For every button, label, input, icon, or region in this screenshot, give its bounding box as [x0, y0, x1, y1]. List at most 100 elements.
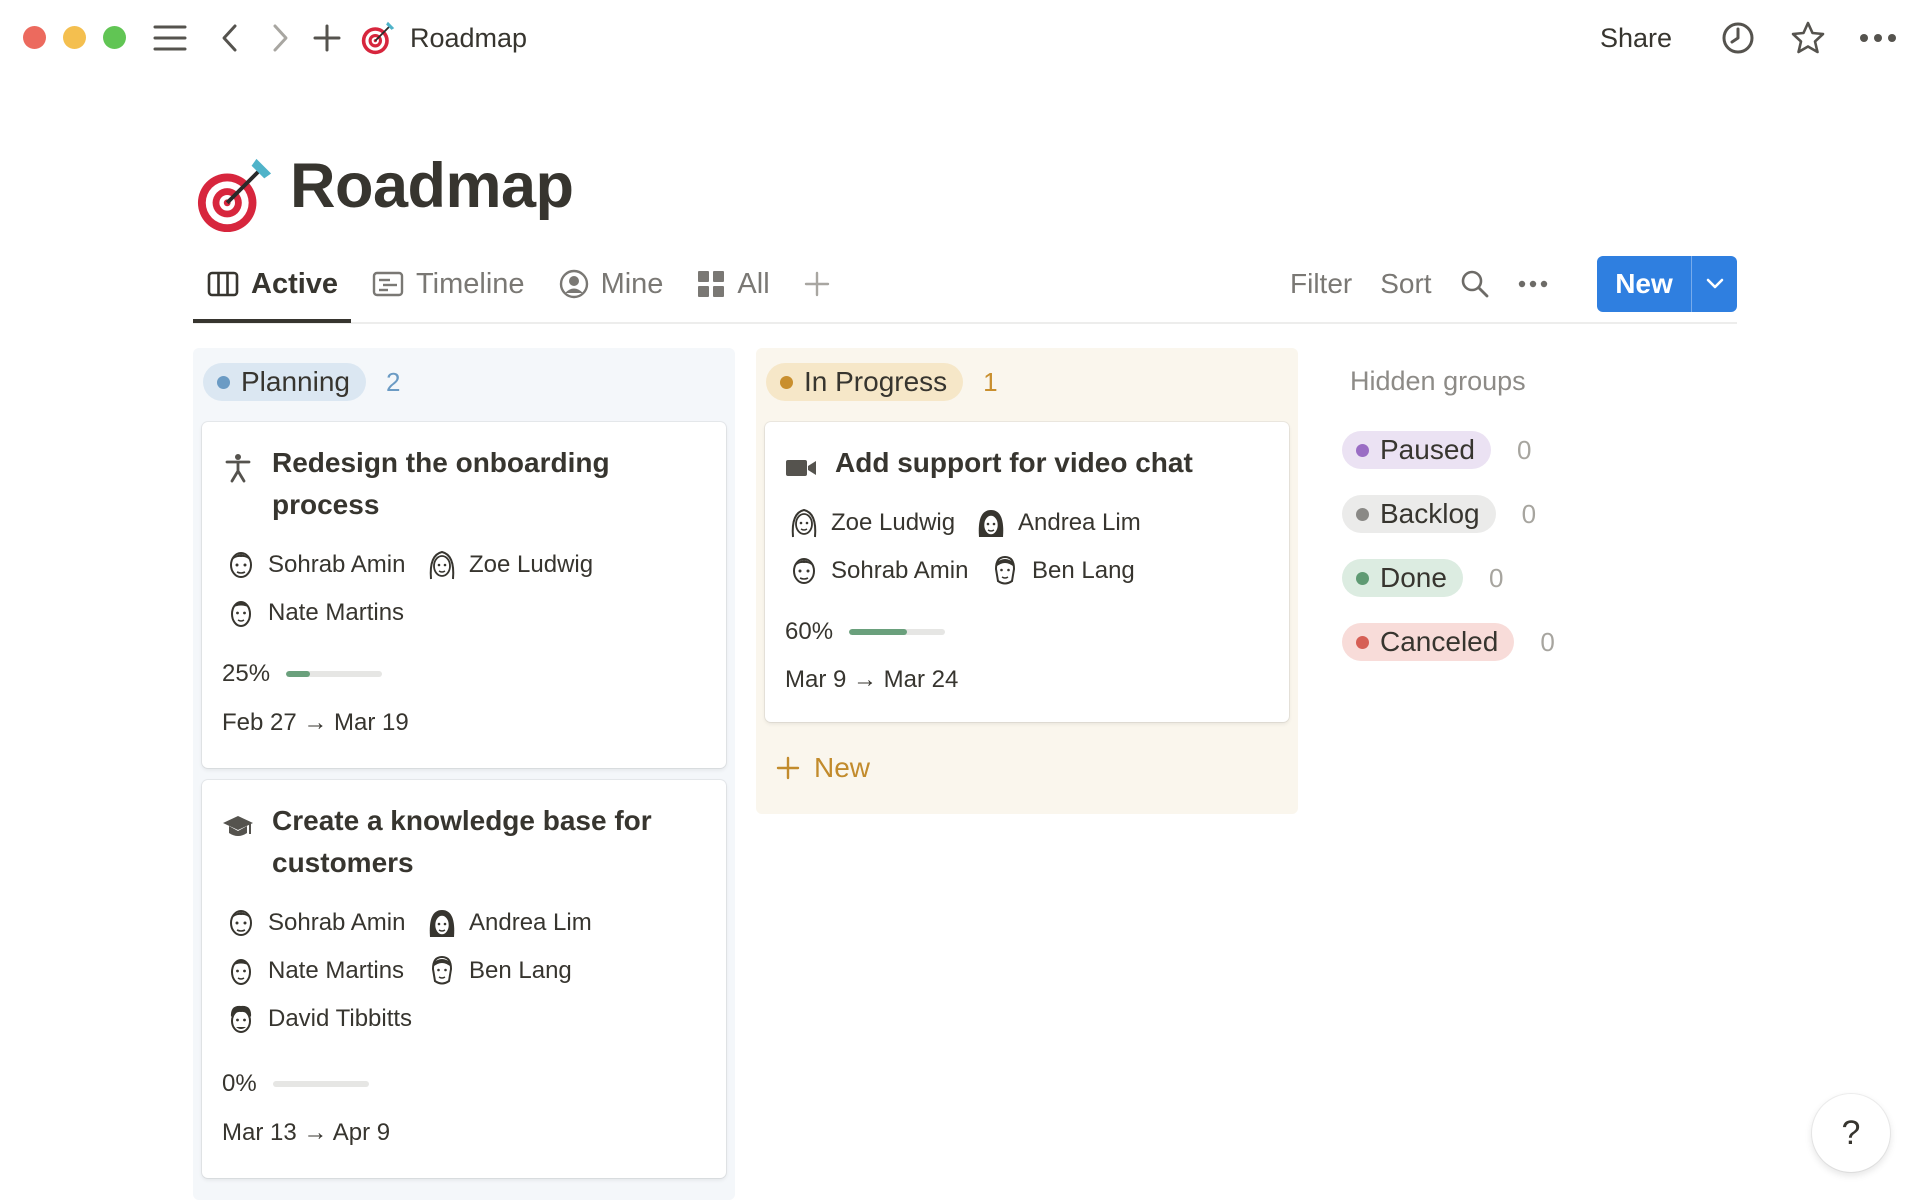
- status-label: Backlog: [1380, 498, 1480, 529]
- add-card-label: New: [814, 752, 871, 783]
- help-button[interactable]: ?: [1812, 1094, 1890, 1172]
- assignee-name: Nate Martins: [268, 599, 405, 626]
- status-badge-backlog[interactable]: Backlog: [1342, 495, 1496, 533]
- status-badge-paused[interactable]: Paused: [1342, 431, 1491, 469]
- assignee[interactable]: Nate Martins: [226, 596, 404, 630]
- column-count: 1: [983, 366, 998, 397]
- video-camera-icon: [786, 460, 816, 476]
- favorite-star-icon[interactable]: [1788, 18, 1828, 58]
- board-card[interactable]: Create a knowledge base for customers So…: [202, 780, 726, 1178]
- assignee[interactable]: Zoe Ludwig: [427, 548, 593, 582]
- status-label: Planning: [241, 366, 350, 397]
- tab-timeline[interactable]: Timeline: [358, 264, 539, 304]
- hidden-group-done[interactable]: Done 0: [1342, 558, 1503, 598]
- window-title-bar: Roadmap Share: [0, 0, 1920, 74]
- group-count: 0: [1488, 562, 1504, 593]
- sort-button[interactable]: Sort: [1380, 268, 1431, 300]
- progress-bar: [286, 671, 383, 677]
- page-title[interactable]: Roadmap: [290, 146, 574, 226]
- column-header[interactable]: In Progress 1: [766, 363, 998, 401]
- assignee[interactable]: Ben Lang: [990, 554, 1135, 588]
- board-card[interactable]: Add support for video chat Zoe Ludwig An…: [765, 422, 1289, 722]
- card-title-line: Redesign the onboarding: [272, 447, 610, 478]
- timeline-view-icon: [372, 271, 404, 297]
- sidebar-menu-icon[interactable]: [150, 18, 190, 58]
- minimize-window-button[interactable]: [63, 26, 86, 49]
- status-badge-in-progress[interactable]: In Progress: [766, 363, 964, 401]
- avatar: [994, 555, 1016, 585]
- history-clock-icon[interactable]: [1718, 18, 1758, 58]
- avatar: [793, 558, 815, 584]
- assignee-name: Sohrab Amin: [268, 551, 406, 578]
- assignee[interactable]: Nate Martins: [226, 954, 404, 988]
- add-card-button[interactable]: New: [776, 752, 870, 784]
- column-header[interactable]: Planning 2: [203, 363, 400, 401]
- more-view-options-icon[interactable]: [1518, 280, 1548, 288]
- forward-arrow-icon[interactable]: [260, 18, 300, 58]
- board-column-in-progress: In Progress 1 Add support for video chat…: [756, 348, 1298, 814]
- status-badge-planning[interactable]: Planning: [203, 363, 366, 401]
- status-dot: [1356, 571, 1369, 585]
- tab-active[interactable]: Active: [193, 264, 352, 304]
- assignee[interactable]: Sohrab Amin: [789, 554, 968, 588]
- status-dot: [1356, 635, 1369, 649]
- tabs-divider: [193, 322, 1737, 324]
- progress-indicator: 60%: [785, 618, 946, 646]
- assignee[interactable]: Ben Lang: [427, 954, 572, 988]
- date-range: Mar 9 → Mar 24: [785, 666, 959, 693]
- close-window-button[interactable]: [23, 26, 46, 49]
- card-title-line: process: [272, 489, 380, 520]
- hidden-group-paused[interactable]: Paused 0: [1342, 430, 1531, 470]
- tab-all[interactable]: All: [683, 264, 783, 304]
- dart-target-icon: [197, 158, 272, 233]
- more-options-icon[interactable]: [1858, 18, 1898, 58]
- assignee[interactable]: Sohrab Amin: [226, 548, 405, 582]
- hidden-group-canceled[interactable]: Canceled 0: [1342, 622, 1555, 662]
- filter-button[interactable]: Filter: [1290, 268, 1352, 300]
- add-view-button[interactable]: [790, 264, 844, 304]
- view-tabs: Active Timeline Mine All: [193, 264, 850, 324]
- hidden-groups-title: Hidden groups: [1350, 366, 1526, 396]
- progress-indicator: 25%: [222, 660, 383, 688]
- back-arrow-icon[interactable]: [210, 18, 250, 58]
- progress-bar-fill: [849, 629, 907, 635]
- assignee[interactable]: Zoe Ludwig: [789, 506, 955, 540]
- column-count: 2: [385, 366, 401, 397]
- card-title: Add support for video chat: [835, 442, 1193, 484]
- card-title-line: customers: [272, 847, 414, 878]
- zoom-window-button[interactable]: [103, 26, 126, 49]
- avatar: [431, 955, 453, 985]
- date-range: Feb 27 → Mar 19: [222, 709, 409, 736]
- card-title-line: Add support for video chat: [835, 447, 1193, 478]
- status-label: In Progress: [804, 366, 948, 397]
- share-button[interactable]: Share: [1600, 18, 1672, 58]
- board-card[interactable]: Redesign the onboarding process Sohrab A…: [202, 422, 726, 768]
- avatar: [230, 552, 252, 578]
- new-button-label[interactable]: New: [1597, 256, 1691, 312]
- status-badge-done[interactable]: Done: [1342, 559, 1463, 597]
- new-page-plus-icon[interactable]: [307, 18, 347, 58]
- avatar: [791, 508, 817, 538]
- assignee-name: Zoe Ludwig: [469, 551, 594, 578]
- breadcrumb[interactable]: Roadmap: [360, 18, 527, 58]
- status-label: Canceled: [1380, 626, 1499, 657]
- assignee[interactable]: Andrea Lim: [427, 906, 592, 940]
- tab-label: Mine: [600, 267, 664, 300]
- hidden-group-backlog[interactable]: Backlog 0: [1342, 494, 1536, 534]
- progress-bar: [849, 629, 946, 635]
- assignee[interactable]: Sohrab Amin: [226, 906, 405, 940]
- assignee[interactable]: David Tibbitts: [226, 1002, 412, 1036]
- new-item-button[interactable]: New: [1597, 256, 1737, 312]
- card-title-line: Create a knowledge base for: [272, 805, 652, 836]
- chevron-down-icon[interactable]: [1692, 256, 1737, 312]
- group-count: 0: [1521, 498, 1537, 529]
- assignee[interactable]: Andrea Lim: [976, 506, 1141, 540]
- tab-mine[interactable]: Mine: [545, 264, 678, 304]
- assignee-name: Sohrab Amin: [831, 557, 969, 584]
- search-icon[interactable]: [1460, 269, 1490, 299]
- avatar: [978, 510, 1004, 537]
- status-dot: [1356, 443, 1369, 457]
- avatar: [231, 601, 251, 627]
- status-badge-canceled[interactable]: Canceled: [1342, 623, 1515, 661]
- avatar: [231, 959, 251, 985]
